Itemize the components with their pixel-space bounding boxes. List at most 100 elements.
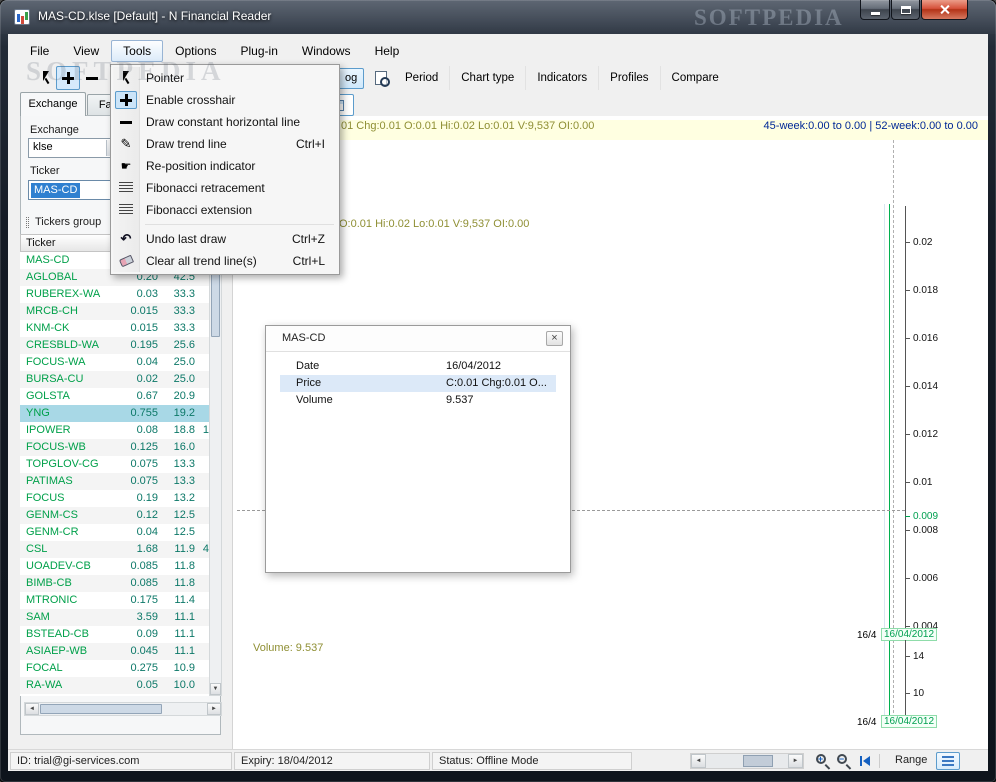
- ticker-row[interactable]: BIMB-CB 0.085 11.8: [20, 575, 209, 592]
- zoom-in-button[interactable]: [812, 752, 833, 770]
- eraser-icon: [115, 252, 137, 270]
- ticker-row[interactable]: UOADEV-CB 0.085 11.8: [20, 558, 209, 575]
- menu-item[interactable]: Undo last draw Ctrl+Z: [113, 228, 337, 250]
- chart-hscrollbar[interactable]: ◄ ►: [690, 753, 804, 769]
- ticker-price: 0.085: [130, 577, 158, 589]
- ticker-extra: [195, 337, 209, 354]
- tickers-group-label: Tickers group: [35, 216, 102, 228]
- ticker-row[interactable]: MRCB-CH 0.015 33.3: [20, 303, 209, 320]
- preview-button[interactable]: [368, 66, 393, 90]
- titlebar[interactable]: MAS-CD.klse [Default] - N Financial Read…: [0, 0, 996, 34]
- jump-to-start-button[interactable]: [854, 752, 875, 770]
- status-mode: Status: Offline Mode: [432, 752, 632, 770]
- ticker-row[interactable]: IPOWER 0.08 18.8 1: [20, 422, 209, 439]
- menubar-item[interactable]: Plug-in: [229, 40, 290, 62]
- ticker-extra: [195, 507, 209, 524]
- scroll-right-icon[interactable]: ►: [788, 754, 803, 768]
- toolbar-button[interactable]: Profiles: [598, 66, 659, 90]
- ticker-price: 0.05: [136, 679, 158, 691]
- info-window-close-button[interactable]: [546, 331, 563, 346]
- close-button[interactable]: [921, 0, 968, 20]
- ticker-row[interactable]: FOCAL 0.275 10.9: [20, 660, 209, 677]
- toolbar-button[interactable]: Indicators: [525, 66, 598, 90]
- ticker-row[interactable]: YNG 0.755 19.2: [20, 405, 209, 422]
- toolbar-button[interactable]: Compare: [659, 66, 730, 90]
- status-expiry: Expiry: 18/04/2012: [234, 752, 430, 770]
- menu-item[interactable]: Re-position indicator: [113, 155, 337, 177]
- ticker-name: KNM-CK: [26, 322, 70, 334]
- horizontal-line-tool-button[interactable]: [80, 66, 104, 90]
- zoom-in-icon: [815, 753, 831, 769]
- ticker-row[interactable]: GOLSTA 0.67 20.9: [20, 388, 209, 405]
- ticker-row[interactable]: MTRONIC 0.175 11.4: [20, 592, 209, 609]
- scroll-right-icon[interactable]: ►: [207, 703, 221, 715]
- range-button[interactable]: [936, 752, 960, 770]
- ticker-row[interactable]: PATIMAS 0.075 13.3: [20, 473, 209, 490]
- ticker-change: 11.8: [174, 577, 195, 589]
- ticker-extra: [195, 286, 209, 303]
- menu-item[interactable]: Draw trend line Ctrl+I: [113, 133, 337, 155]
- maximize-icon: [900, 5, 911, 14]
- ticker-price: 0.67: [136, 390, 158, 402]
- ticker-row[interactable]: FOCUS-WA 0.04 25.0: [20, 354, 209, 371]
- tick-mark: [905, 625, 910, 627]
- scroll-left-icon[interactable]: ◄: [25, 703, 39, 715]
- ticker-input-value: MAS-CD: [31, 183, 81, 198]
- menu-item[interactable]: Pointer: [113, 67, 337, 89]
- ticker-row[interactable]: FOCUS-WB 0.125 16.0: [20, 439, 209, 456]
- ticker-price: 0.275: [130, 662, 158, 674]
- ticker-row[interactable]: BSTEAD-CB 0.09 11.1: [20, 626, 209, 643]
- minimize-button[interactable]: [860, 0, 890, 20]
- scrollbar-thumb[interactable]: [40, 704, 162, 714]
- ticker-row[interactable]: SAM 3.59 11.1: [20, 609, 209, 626]
- maximize-button[interactable]: [891, 0, 920, 20]
- ticker-row[interactable]: GENM-CS 0.12 12.5: [20, 507, 209, 524]
- ticker-price: 0.015: [130, 305, 158, 317]
- info-row-value: C:0.01 Chg:0.01 O...: [446, 377, 547, 389]
- ticker-row[interactable]: GENM-CR 0.04 12.5: [20, 524, 209, 541]
- menubar-item[interactable]: Windows: [290, 40, 363, 62]
- scrollbar-thumb[interactable]: [743, 755, 773, 767]
- menu-item[interactable]: Clear all trend line(s) Ctrl+L: [113, 250, 337, 272]
- ticker-row[interactable]: TOPGLOV-CG 0.075 13.3: [20, 456, 209, 473]
- menu-item[interactable]: Draw constant horizontal line: [113, 111, 337, 133]
- tick-mark: [905, 481, 910, 483]
- data-log-button[interactable]: og: [338, 68, 365, 89]
- pointer-tool-button[interactable]: [34, 66, 58, 90]
- ticker-price: 0.755: [130, 407, 158, 419]
- ticker-extra: [195, 592, 209, 609]
- ticker-row[interactable]: CSL 1.68 11.9 4: [20, 541, 209, 558]
- ticker-row[interactable]: RA-WA 0.05 10.0: [20, 677, 209, 694]
- menu-item[interactable]: Enable crosshair: [113, 89, 337, 111]
- menu-item[interactable]: Fibonacci extension: [113, 199, 337, 221]
- ticker-row[interactable]: CRESBLD-WA 0.195 25.6: [20, 337, 209, 354]
- price-tick: 0.01: [905, 458, 938, 506]
- ticker-list-scrollbar[interactable]: ▲ ▼: [209, 234, 222, 696]
- scroll-down-icon[interactable]: ▼: [210, 683, 221, 695]
- pointer-icon: [41, 71, 52, 85]
- menubar-item[interactable]: Options: [163, 40, 228, 62]
- zoom-out-button[interactable]: [833, 752, 854, 770]
- menubar-item[interactable]: View: [61, 40, 111, 62]
- ticker-extra: [195, 405, 209, 422]
- tab-exchange[interactable]: Exchange: [20, 92, 86, 116]
- menubar-item[interactable]: File: [18, 40, 61, 62]
- ticker-list-hscrollbar[interactable]: ◄ ►: [24, 702, 222, 716]
- ticker-row[interactable]: RUBEREX-WA 0.03 33.3: [20, 286, 209, 303]
- ticker-row[interactable]: FOCUS 0.19 13.2: [20, 490, 209, 507]
- toolbar-button[interactable]: Chart type: [449, 66, 525, 90]
- crosshair-tool-button[interactable]: [56, 66, 80, 90]
- menubar-item[interactable]: Help: [363, 40, 412, 62]
- ticker-row[interactable]: ASIAEP-WB 0.045 11.1: [20, 643, 209, 660]
- info-window-titlebar[interactable]: MAS-CD: [266, 326, 570, 352]
- quote-info-window[interactable]: MAS-CD Date 16/04/2012 Price C:0.01 Chg:…: [265, 325, 571, 573]
- scroll-left-icon[interactable]: ◄: [691, 754, 706, 768]
- ticker-row[interactable]: BURSA-CU 0.02 25.0: [20, 371, 209, 388]
- toolbar-button[interactable]: Period: [394, 66, 449, 90]
- ticker-row[interactable]: KNM-CK 0.015 33.3: [20, 320, 209, 337]
- ticker-change: 10.0: [173, 679, 195, 691]
- menu-item[interactable]: Fibonacci retracement: [113, 177, 337, 199]
- ticker-change: 11.8: [174, 560, 195, 572]
- menubar-item[interactable]: Tools: [111, 40, 164, 62]
- ticker-list: MAS-CD AGLOBAL 0.20 42.5 RUBEREX-WA 0.03…: [20, 252, 209, 696]
